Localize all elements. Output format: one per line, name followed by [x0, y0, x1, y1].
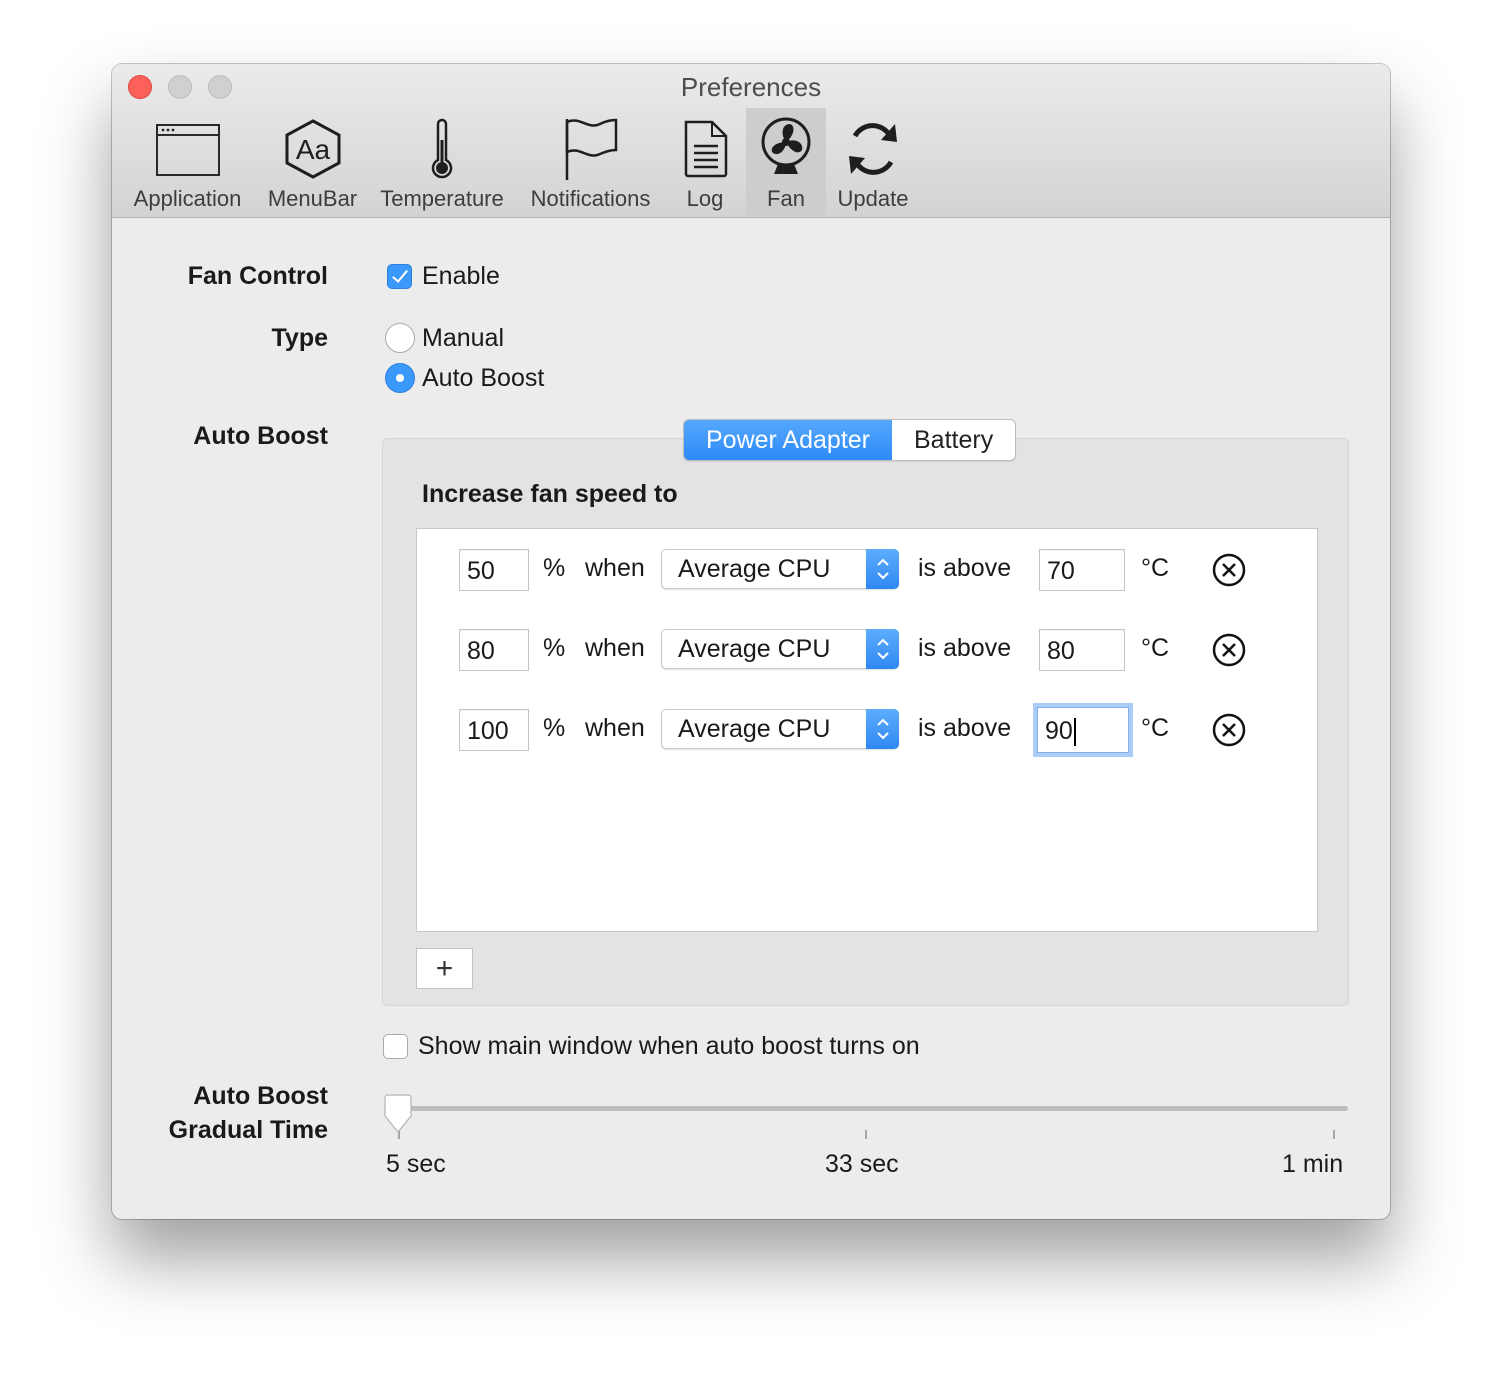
- toolbar-item-log[interactable]: Log: [668, 108, 742, 216]
- temperature-field[interactable]: 70: [1039, 549, 1125, 591]
- plus-icon: +: [435, 951, 454, 985]
- boost-rules-list: 50 % when Average CPU is above 70 °C 80 …: [416, 528, 1318, 932]
- document-icon: [680, 114, 730, 184]
- sensor-popup-value: Average CPU: [678, 715, 831, 743]
- toolbar-label: Notifications: [530, 186, 651, 211]
- tab-power-adapter[interactable]: Power Adapter: [684, 420, 892, 460]
- when-label: when: [585, 714, 645, 742]
- window-title: Preferences: [680, 72, 822, 102]
- tab-battery[interactable]: Battery: [892, 420, 1015, 460]
- chevron-updown-icon: [866, 629, 899, 669]
- remove-rule-button[interactable]: [1212, 713, 1246, 747]
- when-label: when: [585, 634, 645, 662]
- enable-checkbox[interactable]: [387, 264, 412, 289]
- toolbar-label: Temperature: [380, 186, 504, 211]
- gradual-time-label-line1: Auto Boost: [193, 1082, 328, 1110]
- remove-circle-x-icon: [1212, 633, 1246, 667]
- boost-rule-row: 100 % when Average CPU is above 90 °C: [417, 707, 1317, 767]
- slider-max-label: 1 min: [1282, 1150, 1344, 1178]
- remove-rule-button[interactable]: [1212, 633, 1246, 667]
- temp-unit: °C: [1141, 634, 1170, 662]
- toolbar-label: Update: [837, 186, 909, 211]
- aa-font-icon: Aa: [283, 114, 343, 184]
- is-above-label: is above: [918, 714, 1012, 742]
- is-above-label: is above: [918, 554, 1012, 582]
- temperature-field-focused[interactable]: 90: [1037, 707, 1129, 753]
- temperature-field[interactable]: 80: [1039, 629, 1125, 671]
- is-above-label: is above: [918, 634, 1012, 662]
- remove-rule-button[interactable]: [1212, 553, 1246, 587]
- slider-tick: [1333, 1130, 1335, 1139]
- text-caret: [1073, 718, 1076, 747]
- refresh-icon: [845, 114, 901, 184]
- percent-unit: %: [543, 714, 566, 742]
- slider-tick: [865, 1130, 867, 1139]
- sensor-popup[interactable]: Average CPU: [661, 709, 899, 749]
- temp-unit: °C: [1141, 554, 1170, 582]
- toolbar-label: Application: [133, 186, 242, 211]
- enable-label[interactable]: Enable: [422, 262, 500, 291]
- sensor-popup-value: Average CPU: [678, 635, 831, 663]
- percent-unit: %: [543, 634, 566, 662]
- percent-unit: %: [543, 554, 566, 582]
- toolbar-item-menubar[interactable]: Aa MenuBar: [260, 108, 365, 216]
- slider-mid-label: 33 sec: [825, 1150, 899, 1178]
- sensor-popup-value: Average CPU: [678, 555, 831, 583]
- sensor-popup[interactable]: Average CPU: [661, 629, 899, 669]
- remove-circle-x-icon: [1212, 713, 1246, 747]
- percent-field[interactable]: 80: [459, 629, 529, 671]
- chevron-updown-icon: [866, 709, 899, 749]
- thermometer-icon: [427, 114, 457, 184]
- sensor-popup[interactable]: Average CPU: [661, 549, 899, 589]
- percent-field[interactable]: 50: [459, 549, 529, 591]
- chevron-updown-icon: [866, 549, 899, 589]
- temperature-field-value: 90: [1045, 717, 1073, 745]
- toolbar-item-notifications[interactable]: Notifications: [520, 108, 661, 216]
- when-label: when: [585, 554, 645, 582]
- preferences-window: Preferences Application Aa MenuBar Tempe…: [112, 64, 1390, 1219]
- toolbar-item-update[interactable]: Update: [830, 108, 916, 216]
- toolbar-item-fan[interactable]: Fan: [746, 108, 826, 216]
- add-rule-button[interactable]: +: [416, 948, 473, 989]
- show-main-window-checkbox[interactable]: [383, 1034, 408, 1059]
- gradual-time-slider-track[interactable]: [384, 1106, 1348, 1111]
- titlebar-toolbar: Preferences Application Aa MenuBar Tempe…: [112, 64, 1390, 218]
- type-label: Type: [271, 324, 329, 352]
- temp-unit: °C: [1141, 714, 1170, 742]
- percent-field[interactable]: 100: [459, 709, 529, 751]
- toolbar-label: MenuBar: [267, 186, 358, 211]
- slider-min-label: 5 sec: [386, 1150, 446, 1178]
- manual-radio-label[interactable]: Manual: [422, 324, 504, 353]
- flag-icon: [562, 114, 620, 184]
- remove-circle-x-icon: [1212, 553, 1246, 587]
- show-main-window-label[interactable]: Show main window when auto boost turns o…: [418, 1032, 920, 1061]
- auto-boost-radio-label[interactable]: Auto Boost: [422, 364, 544, 393]
- fan-icon: [758, 114, 814, 184]
- toolbar-label: Log: [686, 186, 724, 211]
- gradual-time-slider-knob[interactable]: [382, 1094, 414, 1139]
- auto-boost-radio[interactable]: [385, 363, 415, 393]
- svg-text:Aa: Aa: [295, 134, 330, 165]
- boost-rule-row: 80 % when Average CPU is above 80 °C: [417, 627, 1317, 687]
- toolbar-label: Fan: [767, 186, 805, 211]
- boost-rule-row: 50 % when Average CPU is above 70 °C: [417, 547, 1317, 607]
- power-source-segmented-control: Power Adapter Battery: [683, 419, 1017, 461]
- toolbar-item-temperature[interactable]: Temperature: [374, 108, 510, 216]
- section-title: Increase fan speed to: [422, 480, 678, 508]
- auto-boost-label: Auto Boost: [193, 422, 328, 450]
- toolbar-item-application[interactable]: Application: [124, 108, 251, 216]
- fan-control-label: Fan Control: [187, 262, 328, 290]
- application-window-icon: [155, 114, 221, 184]
- manual-radio[interactable]: [385, 323, 415, 353]
- gradual-time-label-line2: Gradual Time: [168, 1116, 328, 1144]
